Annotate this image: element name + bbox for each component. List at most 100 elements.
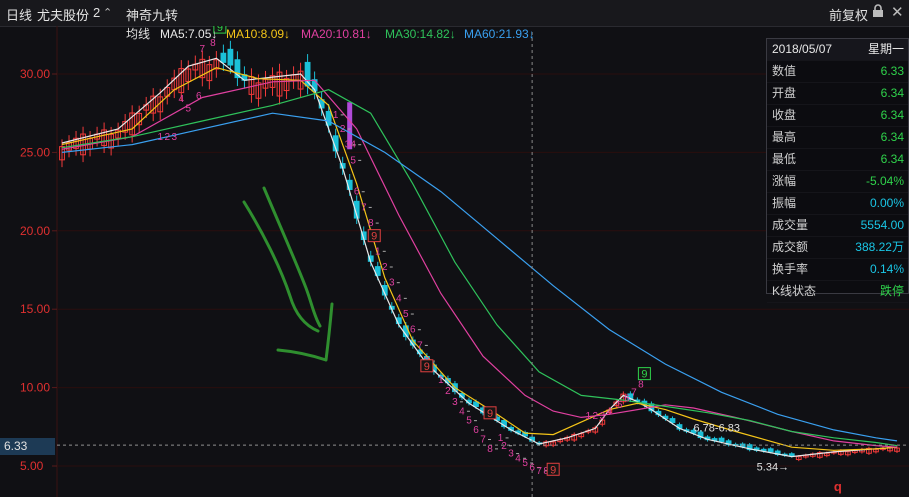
nine-turn-up-count: 6: [196, 91, 202, 102]
nine-turn-down-count: 4: [350, 140, 356, 151]
info-row: 收盘 6.34: [767, 105, 908, 127]
info-row: 换手率 0.14%: [767, 259, 908, 281]
y-tick-label: 25.00: [20, 145, 50, 159]
nine-turn-up-count: 4: [607, 406, 613, 417]
nine-turn-down-count: 4: [459, 406, 465, 417]
info-row: 成交额 388.22万: [767, 237, 908, 259]
price-annotation: 5.34→: [757, 462, 789, 474]
info-row: 涨幅 -5.04%: [767, 171, 908, 193]
info-date: 2018/05/07: [772, 42, 833, 56]
nine-turn-marker-label: 9: [487, 408, 493, 420]
candle-body: [220, 52, 227, 63]
stock-name[interactable]: 尤夫股份: [37, 5, 89, 24]
info-row: 最高 6.34: [767, 127, 908, 149]
info-label: 成交额: [772, 240, 809, 254]
nine-turn-down-count: 3: [389, 278, 395, 289]
nine-turn-down-count: 6: [473, 425, 479, 436]
hand-drawn-arrowhead: [276, 302, 334, 362]
info-value: 6.33: [880, 64, 904, 78]
ma-legend-item: MA30:14.82↓: [385, 27, 456, 41]
info-label: 涨幅: [772, 174, 797, 188]
nine-turn-up-count: 3: [600, 411, 606, 422]
nine-turn-up-count: 5: [186, 104, 192, 115]
ma-legend-item: MA5:7.05↓: [160, 27, 217, 41]
ma-legend-item: MA10:8.09↓: [226, 27, 290, 41]
close-icon[interactable]: ✕: [891, 3, 904, 21]
nine-turn-up-count: 2: [164, 132, 170, 143]
info-value: 388.22万: [855, 240, 904, 254]
nine-turn-down-count: 2: [382, 262, 388, 273]
nine-turn-marker-label: 9: [424, 361, 430, 373]
nine-turn-marker-label: 9: [217, 26, 223, 34]
nine-turn-down-count: 3: [452, 397, 458, 408]
nine-turn-down-count: 2: [340, 124, 346, 135]
ma-legend-item: MA20:10.81↓: [301, 27, 372, 41]
info-value: 0.00%: [869, 196, 904, 210]
nine-turn-down-count: 1: [333, 110, 339, 121]
quote-info-panel: 2018/05/07 星期一 数值 6.33 开盘 6.34 收盘 6.34 最高 6.34 最…: [766, 38, 909, 303]
nine-turn-marker-label: 9: [371, 231, 377, 243]
info-row: 数值 6.33: [767, 61, 908, 83]
nine-turn-down-count: 4: [515, 453, 521, 464]
nine-turn-up-count: 3: [171, 132, 177, 143]
nine-turn-down-count: 8: [487, 444, 493, 455]
period-label[interactable]: 日线: [6, 5, 32, 24]
indicator-name[interactable]: 神奇九转: [126, 5, 178, 24]
info-label: 收盘: [772, 108, 797, 122]
chart-toolbar: 日线 尤夫股份 2 ⌃ 神奇九转 前复权 ✕: [0, 0, 909, 27]
nine-turn-up-count: 2: [592, 411, 598, 422]
chart-count[interactable]: 2: [93, 5, 100, 20]
info-value: 6.34: [880, 130, 904, 144]
adjust-mode[interactable]: 前复权: [829, 5, 868, 24]
nine-turn-down-count: 1: [375, 246, 381, 257]
nine-turn-down-count: 5: [466, 416, 472, 427]
ma-legend-item: MA60:21.93↓: [464, 27, 535, 41]
info-label: 数值: [772, 64, 797, 78]
nine-turn-down-count: 2: [501, 441, 507, 452]
info-label: 最高: [772, 130, 797, 144]
candle-body: [767, 448, 774, 453]
hand-drawn-arrow: [242, 200, 320, 333]
nine-turn-down-count: 2: [445, 386, 451, 397]
current-price-tag: 6.33: [0, 438, 55, 455]
nine-turn-up-count: 8: [638, 380, 644, 391]
nine-turn-up-count: 1: [585, 411, 591, 422]
nine-turn-down-count: 5: [350, 155, 356, 166]
nine-turn-up-count: 7: [631, 387, 637, 398]
info-label: K线状态: [772, 284, 817, 298]
nine-turn-up-count: 7: [200, 44, 206, 55]
nine-turn-down-count: 6: [529, 463, 535, 474]
info-row: 开盘 6.34: [767, 83, 908, 105]
info-row: 最低 6.34: [767, 149, 908, 171]
info-row: K线状态 跌停: [767, 281, 908, 303]
info-value: 0.14%: [869, 262, 904, 276]
chevron-up-icon[interactable]: ⌃: [103, 6, 112, 19]
nine-turn-marker-label: 9: [641, 369, 647, 381]
ma-legend-title: 均线: [126, 27, 150, 41]
nine-turn-down-count: 5: [522, 458, 528, 469]
info-value: -5.04%: [865, 174, 904, 188]
nine-turn-up-count: 6: [624, 394, 630, 405]
candle-body: [718, 437, 725, 443]
info-label: 开盘: [772, 86, 797, 100]
nine-turn-down-count: 7: [480, 434, 486, 445]
lock-icon[interactable]: [872, 4, 884, 21]
nine-turn-up-count: 1: [157, 132, 163, 143]
nine-turn-down-count: 5: [403, 309, 409, 320]
info-value: 5554.00: [860, 218, 904, 232]
info-label: 振幅: [772, 196, 797, 210]
y-tick-label: 15.00: [20, 302, 50, 316]
info-label: 最低: [772, 152, 797, 166]
nine-turn-up-count: 5: [617, 400, 623, 411]
nine-turn-down-count: 4: [396, 293, 402, 304]
info-row: 振幅 0.00%: [767, 193, 908, 215]
info-row: 成交量 5554.00: [767, 215, 908, 237]
info-value: 跌停: [879, 284, 904, 298]
y-tick-label: 20.00: [20, 224, 50, 238]
info-header: 2018/05/07 星期一: [767, 39, 908, 61]
nine-turn-down-count: 3: [508, 449, 514, 460]
nine-turn-down-count: 6: [354, 187, 360, 198]
info-label: 成交量: [772, 218, 809, 232]
nine-turn-down-count: 1: [438, 375, 444, 386]
y-tick-label: 10.00: [20, 381, 50, 395]
